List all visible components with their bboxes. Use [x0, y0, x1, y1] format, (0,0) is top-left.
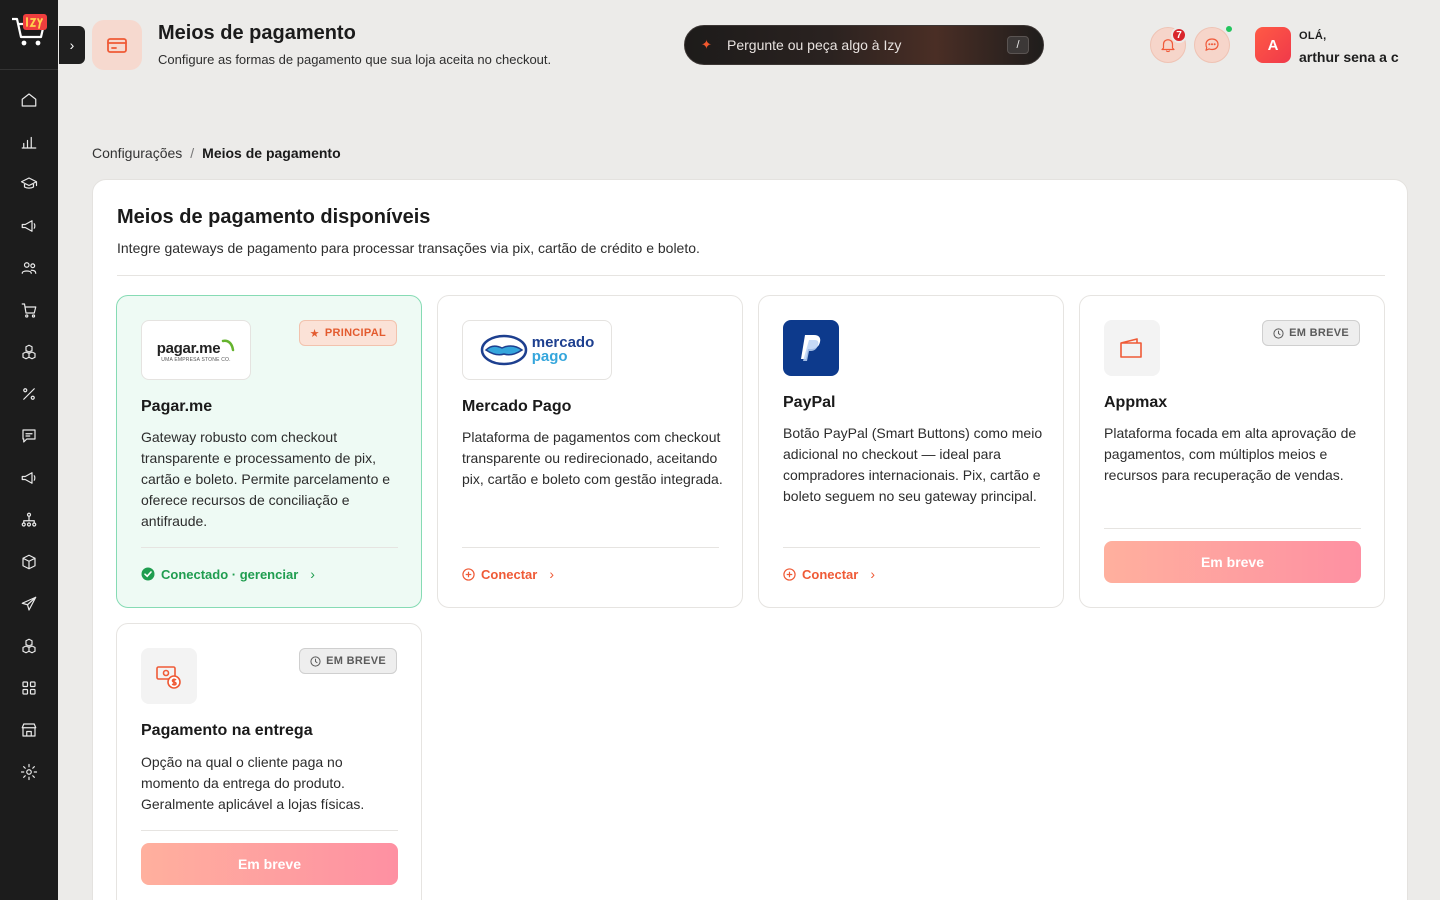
breadcrumb-separator: /: [190, 145, 195, 161]
clock-icon: [310, 655, 321, 667]
badge-label: PRINCIPAL: [324, 327, 386, 339]
breadcrumb-parent-link[interactable]: Configurações: [92, 145, 182, 161]
payment-card-paypal[interactable]: PayPal Botão PayPal (Smart Buttons) como…: [758, 295, 1064, 608]
manage-connection-link[interactable]: Conectado · gerenciar ›: [141, 566, 315, 582]
graduation-cap-icon[interactable]: [19, 174, 39, 194]
chat-button[interactable]: [1194, 27, 1230, 63]
panel-title: Meios de pagamento disponíveis: [117, 206, 431, 228]
keyboard-shortcut: /: [1007, 36, 1029, 54]
expand-sidebar-button[interactable]: ›: [59, 26, 85, 64]
star-icon: ★: [309, 327, 320, 340]
card-description: Plataforma focada em alta aprovação de p…: [1104, 425, 1357, 483]
coming-soon-button[interactable]: Em breve: [141, 843, 398, 885]
send-icon[interactable]: [19, 594, 39, 614]
percent-icon[interactable]: [19, 384, 39, 404]
notification-count-badge: 7: [1171, 27, 1187, 43]
megaphone-icon[interactable]: [19, 216, 39, 236]
handshake-icon: [480, 334, 527, 366]
izy-logo[interactable]: [9, 12, 49, 52]
coming-soon-badge: EM BREVE: [299, 648, 397, 674]
payment-card-pagarme[interactable]: pagar.me UMA EMPRESA STONE CO. ★ PRINCIP…: [116, 295, 422, 608]
credit-card-icon: [92, 20, 142, 70]
card-description: Opção na qual o cliente paga no momento …: [141, 754, 365, 812]
sidebar-divider: [0, 69, 58, 70]
users-icon[interactable]: [19, 258, 39, 278]
plus-circle-icon: [783, 567, 796, 581]
user-greeting: OLÁ,: [1299, 30, 1327, 42]
cart-icon[interactable]: [19, 300, 39, 320]
breadcrumb: Configurações / Meios de pagamento: [92, 145, 341, 161]
page-title: Meios de pagamento: [158, 22, 356, 44]
coming-soon-button[interactable]: Em breve: [1104, 541, 1361, 583]
coming-soon-badge: EM BREVE: [1262, 320, 1360, 346]
payment-card-mercadopago[interactable]: mercado pago Mercado Pago Plataforma de …: [437, 295, 743, 608]
card-name: Pagar.me: [141, 398, 213, 415]
card-name: Pagamento na entrega: [141, 722, 313, 739]
wallet-icon: [1104, 320, 1160, 376]
badge-label: EM BREVE: [1289, 327, 1349, 339]
principal-badge: ★ PRINCIPAL: [298, 320, 397, 346]
ai-assistant-input[interactable]: ✦ Pergunte ou peça algo à Izy /: [684, 25, 1044, 65]
panel-divider: [117, 275, 1385, 276]
card-name: Mercado Pago: [462, 398, 572, 415]
breadcrumb-current: Meios de pagamento: [202, 145, 341, 161]
pagarme-logo-sub: UMA EMPRESA STONE CO.: [161, 356, 231, 363]
action-label: Conectar: [481, 566, 538, 582]
mercadopago-logo: mercado pago: [462, 320, 612, 380]
card-divider: [141, 830, 398, 831]
panel-subtitle: Integre gateways de pagamento para proce…: [117, 240, 700, 256]
campaign-icon[interactable]: [19, 468, 39, 488]
chat-bubble-icon: [1205, 38, 1219, 51]
payment-methods-panel: Meios de pagamento disponíveis Integre g…: [92, 179, 1408, 900]
home-icon[interactable]: [19, 90, 39, 110]
chevron-right-icon: ›: [870, 566, 876, 582]
sparkle-icon: ✦: [701, 37, 712, 52]
card-divider: [462, 547, 719, 548]
payment-card-appmax[interactable]: EM BREVE Appmax Plataforma focada em alt…: [1079, 295, 1385, 608]
card-divider: [141, 547, 398, 548]
chevron-right-icon: ›: [310, 566, 315, 582]
card-name: Appmax: [1104, 394, 1168, 411]
stack-icon[interactable]: [19, 636, 39, 656]
hierarchy-icon[interactable]: [19, 510, 39, 530]
user-name[interactable]: arthur sena a c: [1299, 49, 1399, 65]
boxes-icon[interactable]: [19, 342, 39, 362]
action-label: Conectar: [802, 566, 859, 582]
ai-assistant-placeholder: Pergunte ou peça algo à Izy: [727, 37, 902, 53]
clock-icon: [1273, 327, 1284, 339]
message-icon[interactable]: [19, 426, 39, 446]
card-divider: [1104, 528, 1361, 529]
store-icon[interactable]: [19, 720, 39, 740]
user-avatar[interactable]: A: [1255, 27, 1291, 63]
sidebar: [0, 0, 58, 900]
connect-link[interactable]: Conectar ›: [462, 566, 554, 582]
pagarme-swoosh-icon: [221, 339, 235, 351]
payment-card-cash-on-delivery[interactable]: EM BREVE Pagamento na entrega Opção na q…: [116, 623, 422, 900]
plus-circle-icon: [462, 567, 475, 581]
apps-grid-icon[interactable]: [19, 678, 39, 698]
online-status-dot: [1225, 25, 1233, 33]
chart-icon[interactable]: [19, 132, 39, 152]
pagarme-logo: pagar.me UMA EMPRESA STONE CO.: [141, 320, 251, 380]
action-label: Conectado · gerenciar: [161, 566, 299, 582]
mercadopago-logo-text-2: pago: [531, 348, 568, 365]
paypal-logo-icon: [783, 320, 839, 376]
money-delivery-icon: [141, 648, 197, 704]
card-name: PayPal: [783, 394, 836, 411]
chevron-right-icon: ›: [69, 37, 75, 53]
page-subtitle: Configure as formas de pagamento que sua…: [158, 52, 552, 67]
card-description: Botão PayPal (Smart Buttons) como meio a…: [783, 425, 1043, 504]
settings-gear-icon[interactable]: [19, 762, 39, 782]
badge-label: EM BREVE: [326, 655, 386, 667]
check-circle-icon: [141, 567, 155, 581]
package-icon[interactable]: [19, 552, 39, 572]
card-divider: [783, 547, 1040, 548]
connect-link[interactable]: Conectar ›: [783, 566, 875, 582]
card-description: Plataforma de pagamentos com checkout tr…: [462, 429, 723, 487]
pagarme-logo-text: pagar.me: [156, 339, 221, 357]
chevron-right-icon: ›: [549, 566, 555, 582]
card-description: Gateway robusto com checkout transparent…: [141, 429, 391, 529]
